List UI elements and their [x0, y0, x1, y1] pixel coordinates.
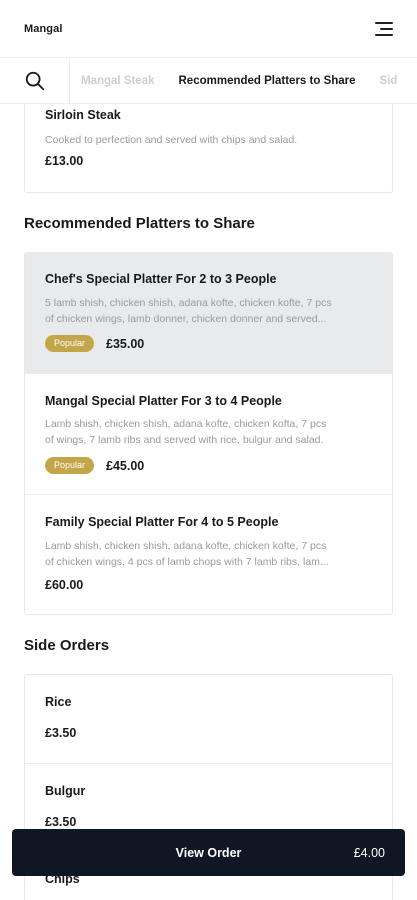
- item-name: Mangal Special Platter For 3 to 4 People: [45, 394, 282, 408]
- item-price: £35.00: [106, 336, 145, 351]
- description-line: of chicken wings, lamb donner, chicken d…: [45, 313, 327, 325]
- item-name: Bulgur: [45, 784, 86, 798]
- popular-badge: Popular: [45, 335, 95, 352]
- steak-card: Sirloin Steak Cooked to perfection and s…: [24, 104, 393, 193]
- menu-item-family-special-platter[interactable]: Family Special Platter For 4 to 5 People…: [25, 494, 392, 614]
- top-bar: Mangal: [0, 0, 417, 58]
- price-row: £3.50: [45, 726, 76, 740]
- tab-side-orders[interactable]: Sid: [380, 75, 398, 87]
- brand-name[interactable]: Mangal: [24, 23, 63, 35]
- menu-line: [375, 21, 393, 24]
- hamburger-menu-icon[interactable]: [375, 21, 393, 36]
- view-order-button[interactable]: View Order £4.00: [12, 829, 405, 876]
- menu-item-rice[interactable]: Rice £3.50: [25, 675, 392, 763]
- item-name: Rice: [45, 695, 72, 709]
- item-description: 5 lamb shish, chicken shish, adana kofte…: [45, 295, 370, 327]
- menu-item-sirloin-steak[interactable]: Sirloin Steak Cooked to perfection and s…: [25, 104, 392, 192]
- search-button[interactable]: [0, 58, 70, 103]
- item-name: Sirloin Steak: [45, 108, 121, 122]
- price-row: £13.00: [45, 154, 83, 168]
- menu-line: [375, 33, 393, 36]
- price-row: Popular £35.00: [45, 335, 144, 352]
- search-icon: [25, 71, 44, 90]
- popular-badge: Popular: [45, 457, 95, 474]
- section-title-platters: Recommended Platters to Share: [24, 215, 255, 232]
- item-price: £3.50: [45, 815, 77, 829]
- order-total: £4.00: [353, 845, 385, 860]
- item-description: Cooked to perfection and served with chi…: [45, 134, 298, 146]
- view-order-label: View Order: [175, 845, 242, 860]
- price-row: Popular £45.00: [45, 457, 144, 474]
- description-line: of chicken wings, 4 pcs of lamb chops wi…: [45, 556, 329, 568]
- item-price: £45.00: [106, 458, 145, 473]
- item-price: £60.00: [45, 578, 84, 592]
- platters-card: Chef's Special Platter For 2 to 3 People…: [24, 252, 393, 615]
- category-bar: Mangal Steak Recommended Platters to Sha…: [0, 58, 417, 104]
- section-title-side-orders: Side Orders: [24, 637, 110, 654]
- item-price: £13.00: [45, 154, 84, 168]
- menu-line: [380, 27, 393, 30]
- item-description: Lamb shish, chicken shish, adana kofte, …: [45, 538, 370, 570]
- menu-item-mangal-special-platter[interactable]: Mangal Special Platter For 3 to 4 People…: [25, 373, 392, 494]
- price-row: £60.00: [45, 578, 83, 592]
- menu-item-chefs-special-platter[interactable]: Chef's Special Platter For 2 to 3 People…: [25, 253, 392, 373]
- tab-mangal-steak[interactable]: Mangal Steak: [81, 75, 155, 87]
- category-tabs: Mangal Steak Recommended Platters to Sha…: [70, 75, 417, 87]
- item-description: Lamb shish, chicken shish, adana kofte, …: [45, 416, 370, 448]
- item-name: Family Special Platter For 4 to 5 People: [45, 515, 279, 529]
- description-line: Lamb shish, chicken shish, adana kofte, …: [45, 540, 327, 552]
- item-price: £3.50: [45, 726, 77, 740]
- item-name: Chef's Special Platter For 2 to 3 People: [45, 272, 277, 286]
- price-row: £3.50: [45, 815, 76, 829]
- description-line: 5 lamb shish, chicken shish, adana kofte…: [45, 297, 332, 309]
- description-line: Lamb shish, chicken shish, adana kofte, …: [45, 418, 327, 430]
- description-line: of wings, 7 lamb ribs and served with ri…: [45, 434, 324, 446]
- menu-content: Sirloin Steak Cooked to perfection and s…: [0, 104, 417, 900]
- tab-recommended-platters[interactable]: Recommended Platters to Share: [179, 75, 356, 87]
